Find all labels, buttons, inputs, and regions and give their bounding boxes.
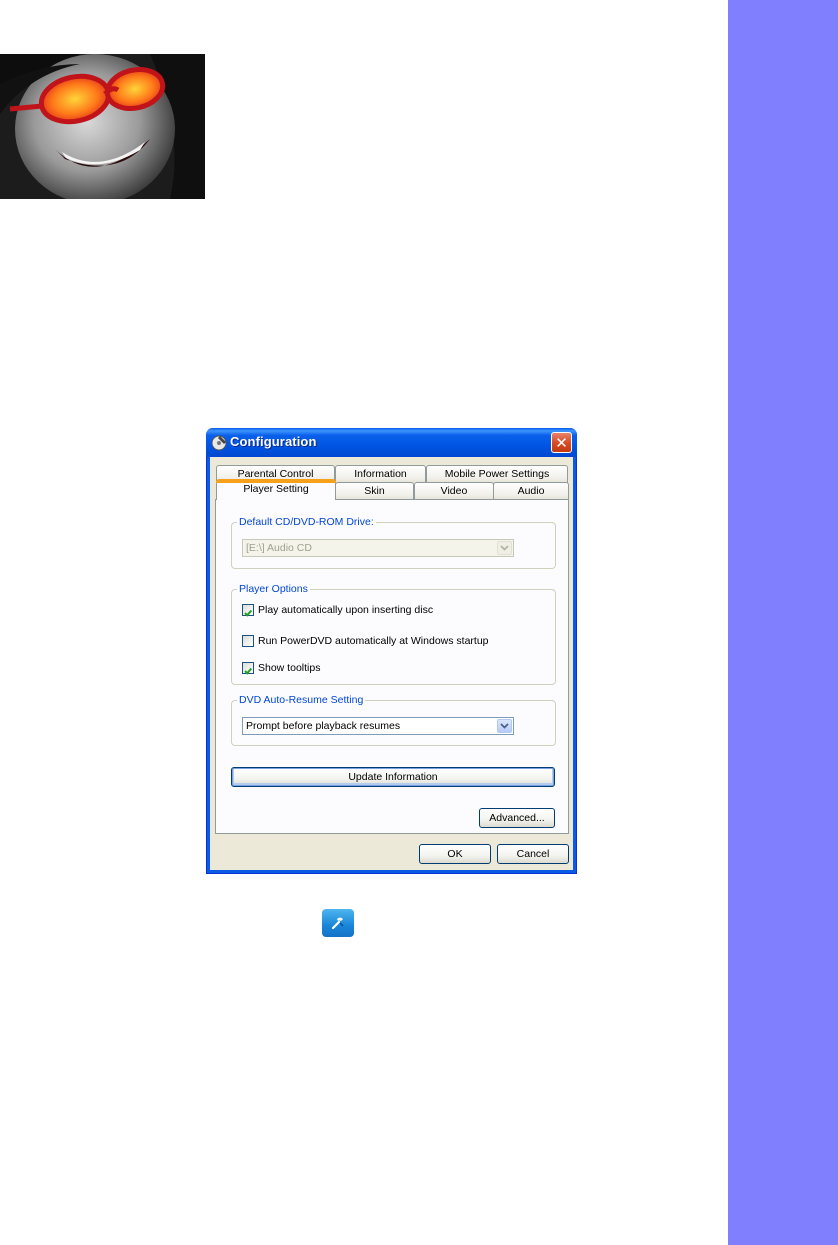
player-options-group: Player Options Play automatically upon i… xyxy=(231,583,556,685)
tab-video[interactable]: Video xyxy=(414,482,494,500)
drive-group-label: Default CD/DVD-ROM Drive: xyxy=(237,516,376,528)
update-information-button[interactable]: Update Information xyxy=(231,767,555,787)
checkbox-box[interactable] xyxy=(242,662,254,675)
auto-resume-label: DVD Auto-Resume Setting xyxy=(237,694,366,706)
player-setting-panel: Default CD/DVD-ROM Drive: [E:\] Audio CD… xyxy=(215,499,569,834)
chevron-down-icon xyxy=(497,541,512,555)
player-options-label: Player Options xyxy=(237,583,310,595)
advanced-button[interactable]: Advanced... xyxy=(479,808,555,828)
close-button[interactable]: ✕ xyxy=(551,432,572,453)
tab-information[interactable]: Information xyxy=(335,465,426,483)
drive-select[interactable]: [E:\] Audio CD xyxy=(242,539,514,557)
disc-tool-icon xyxy=(211,434,228,451)
checkbox-box[interactable] xyxy=(242,635,254,647)
auto-resume-select[interactable]: Prompt before playback resumes xyxy=(242,717,514,735)
drive-group: Default CD/DVD-ROM Drive: [E:\] Audio CD xyxy=(231,516,556,569)
auto-resume-group: DVD Auto-Resume Setting Prompt before pl… xyxy=(231,694,556,746)
dialog-body: Parental Control Information Mobile Powe… xyxy=(211,457,572,869)
side-bar xyxy=(728,0,838,1245)
tab-mobile-power-settings[interactable]: Mobile Power Settings xyxy=(426,465,568,483)
woman-sunglasses-photo xyxy=(0,54,205,199)
configuration-dialog: Configuration ✕ Parental Control Informa… xyxy=(206,428,577,874)
tab-row-accent xyxy=(216,481,336,483)
cancel-button[interactable]: Cancel xyxy=(497,844,569,864)
chevron-down-icon xyxy=(497,719,512,733)
dialog-title: Configuration xyxy=(230,434,317,449)
title-bar[interactable]: Configuration ✕ xyxy=(206,428,577,457)
ok-button[interactable]: OK xyxy=(419,844,491,864)
checkbox-box[interactable] xyxy=(242,604,254,617)
tab-skin[interactable]: Skin xyxy=(335,482,414,500)
close-icon: ✕ xyxy=(555,434,568,452)
configuration-icon xyxy=(322,909,354,937)
tab-audio[interactable]: Audio xyxy=(493,482,569,500)
